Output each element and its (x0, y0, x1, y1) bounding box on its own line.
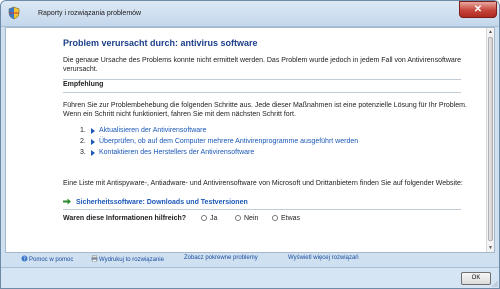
divider (63, 79, 461, 80)
svg-text:?: ? (23, 257, 26, 263)
printer-icon (91, 255, 98, 262)
bottom-link-bar: ? Pomoc w pomoc Wydrukuj to rozwiązanie Z… (1, 255, 499, 267)
software-list-link-row: Sicherheitssoftware: Downloads und Testv… (63, 197, 248, 206)
radio-yes[interactable]: Ja (201, 215, 217, 222)
divider (63, 92, 461, 93)
radio-no[interactable]: Nein (235, 215, 258, 222)
software-list-intro: Eine Liste mit Antispyware-, Antiadware-… (63, 180, 463, 187)
step-link-update-antivirus[interactable]: Aktualisieren der Antivirensoftware (99, 127, 206, 134)
dialog-window: Raporty i rozwiązania problemów ✕ Proble… (0, 0, 500, 289)
step-link-contact-vendor[interactable]: Kontaktieren des Herstellers der Antivir… (99, 149, 254, 156)
title-bar[interactable]: Raporty i rozwiązania problemów ✕ (1, 1, 499, 27)
step-link-check-multiple-antivirus[interactable]: Überprüfen, ob auf dem Computer mehrere … (99, 138, 358, 145)
security-software-link[interactable]: Sicherheitssoftware: Downloads und Testv… (76, 199, 248, 206)
step-number: 2. (80, 138, 86, 145)
help-link[interactable]: ? Pomoc w pomoc (21, 255, 73, 263)
close-button[interactable]: ✕ (459, 1, 497, 18)
radio-circle-icon[interactable] (201, 215, 207, 221)
scrollbar-thumb[interactable] (488, 37, 493, 241)
link-arrow-icon (63, 198, 71, 205)
expand-arrow-icon[interactable] (91, 139, 95, 145)
content-pane[interactable]: Problem verursacht durch: antivirus soft… (5, 27, 495, 253)
scroll-down-icon[interactable]: ▼ (487, 244, 494, 252)
intro-text: Die genaue Ursache des Problems konnte n… (63, 57, 462, 73)
help-icon: ? (21, 255, 28, 262)
page-title: Problem verursacht durch: antivirus soft… (63, 38, 258, 48)
radio-label: Nein (244, 215, 259, 222)
button-bar: OK (1, 267, 499, 288)
more-solutions-link[interactable]: Wyświetl więcej rozwiązań (288, 255, 359, 261)
expand-arrow-icon[interactable] (91, 128, 95, 134)
scroll-up-icon[interactable]: ▲ (487, 28, 494, 36)
radio-label: Etwas (281, 215, 301, 222)
steps-intro-text: Führen Sie zur Problembehebung die folge… (63, 102, 467, 118)
help-link-label: Pomoc w pomoc (29, 257, 74, 263)
feedback-question: Waren diese Informationen hilfreich? (63, 215, 187, 222)
print-link[interactable]: Wydrukuj to rozwiązanie (91, 255, 164, 263)
radio-circle-icon[interactable] (272, 215, 278, 221)
close-icon: ✕ (473, 4, 483, 15)
step-number: 3. (80, 149, 86, 156)
resize-grip-icon[interactable] (492, 281, 498, 287)
window-title: Raporty i rozwiązania problemów (38, 10, 142, 17)
vertical-scrollbar[interactable]: ▲ ▼ (486, 28, 494, 252)
shield-icon (8, 6, 20, 20)
radio-somewhat[interactable]: Etwas (272, 215, 300, 222)
step-number: 1. (80, 127, 86, 134)
related-problems-link[interactable]: Zobacz pokrewne problemy (184, 255, 258, 261)
radio-circle-icon[interactable] (235, 215, 241, 221)
radio-label: Ja (210, 215, 218, 222)
section-title: Empfehlung (63, 81, 104, 88)
ok-button[interactable]: OK (461, 272, 491, 285)
expand-arrow-icon[interactable] (91, 150, 95, 156)
divider (63, 209, 461, 210)
feedback-row: Waren diese Informationen hilfreich? Ja … (63, 214, 483, 226)
print-link-label: Wydrukuj to rozwiązanie (99, 257, 164, 263)
